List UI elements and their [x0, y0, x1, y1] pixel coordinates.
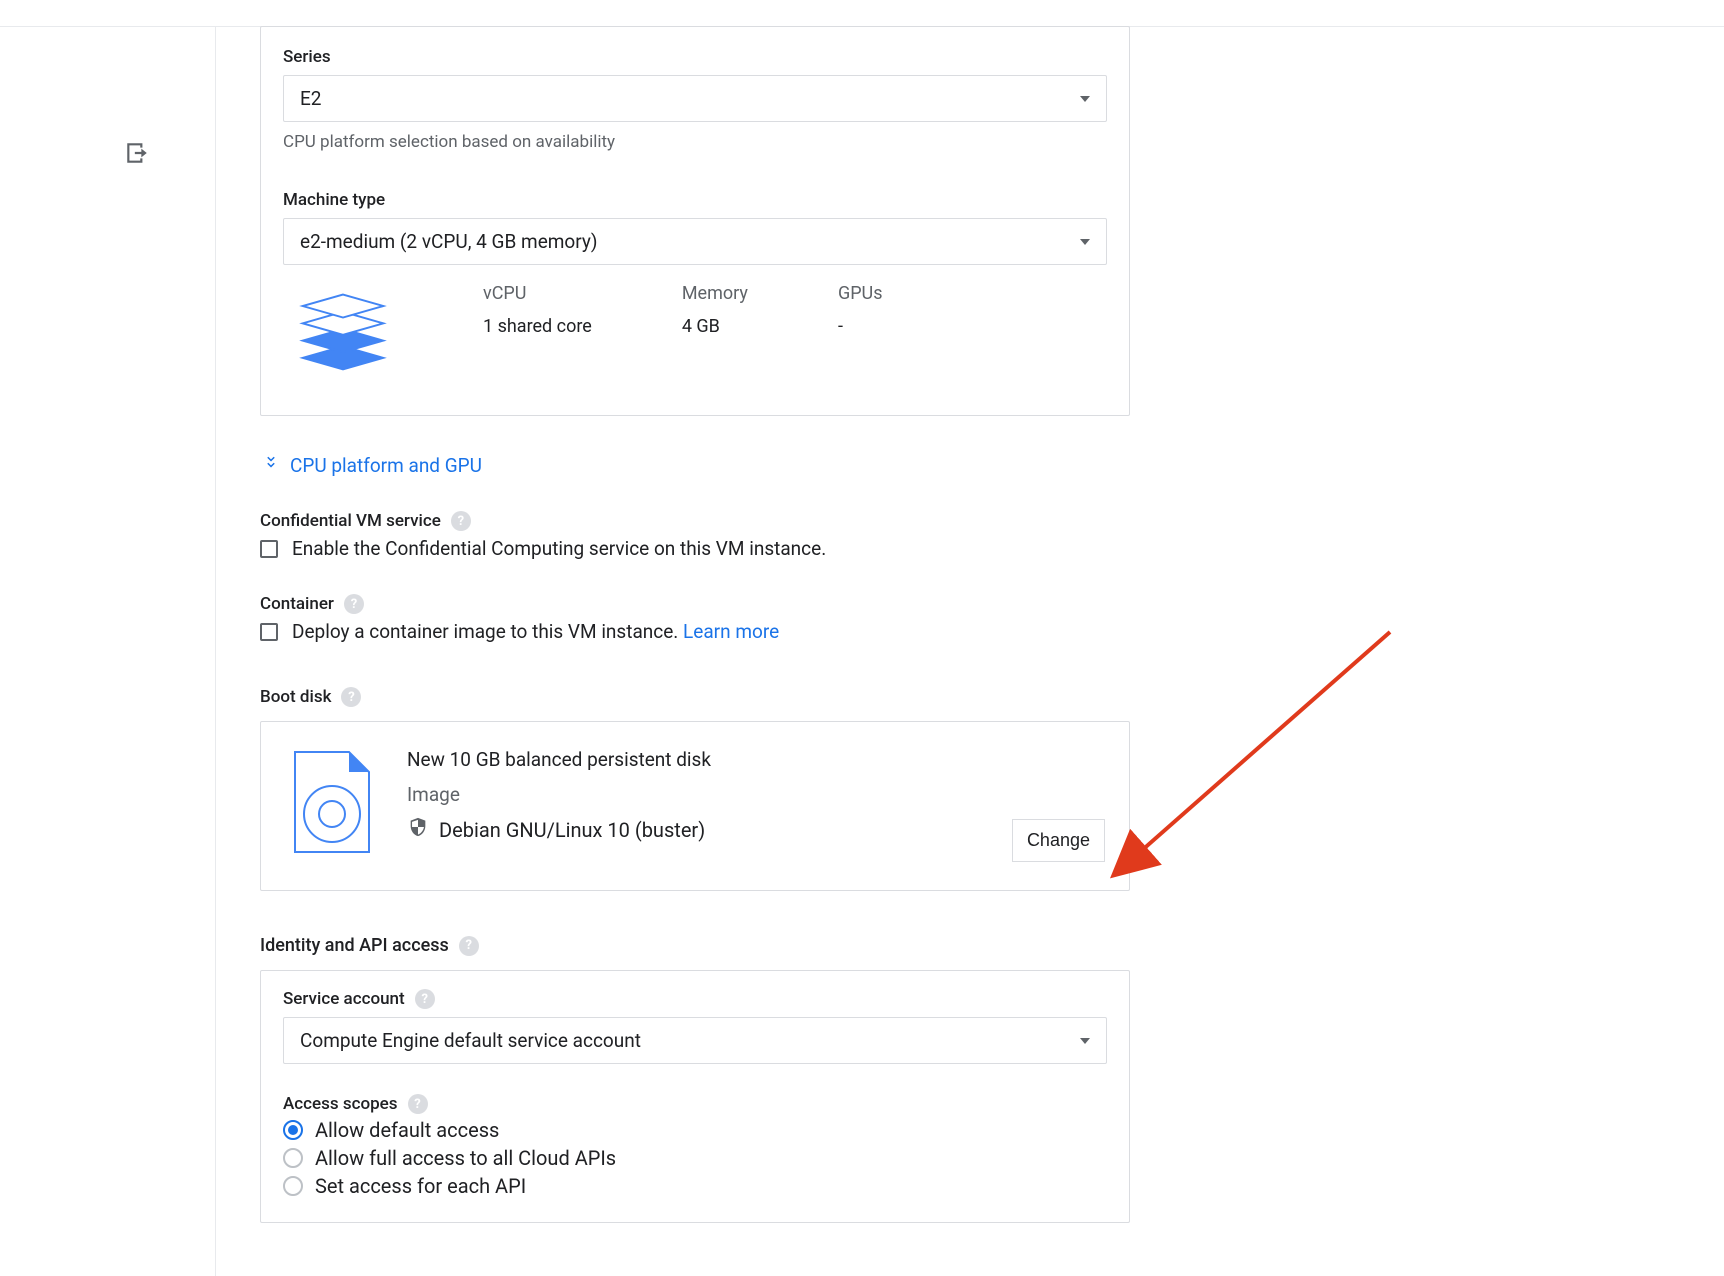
help-icon[interactable]: ? — [344, 594, 364, 614]
shield-icon — [407, 816, 429, 843]
boot-disk-desc: New 10 GB balanced persistent disk — [407, 748, 1105, 771]
machine-stats: vCPU 1 shared core Memory 4 GB GPUs - — [283, 265, 1107, 389]
help-icon[interactable]: ? — [408, 1094, 428, 1114]
container-checkbox-row[interactable]: Deploy a container image to this VM inst… — [260, 620, 1130, 643]
access-scope-option[interactable]: Allow default access — [283, 1118, 1107, 1142]
boot-disk-title: Boot disk — [260, 687, 331, 707]
checkbox-icon — [260, 623, 278, 641]
machine-type-select[interactable]: e2-medium (2 vCPU, 4 GB memory) — [283, 218, 1107, 265]
gpus-value: - — [838, 316, 883, 337]
caret-down-icon — [1080, 239, 1090, 245]
radio-icon — [283, 1120, 303, 1140]
machine-config-box: Series E2 CPU platform selection based o… — [260, 26, 1130, 416]
confidential-checkbox-label: Enable the Confidential Computing servic… — [292, 537, 826, 560]
disk-stack-icon — [293, 283, 393, 383]
boot-image-label: Image — [407, 783, 1105, 806]
collapse-sidebar-icon[interactable] — [124, 140, 150, 170]
machine-type-select-value: e2-medium (2 vCPU, 4 GB memory) — [300, 230, 597, 253]
gpus-label: GPUs — [838, 283, 883, 304]
change-boot-disk-button[interactable]: Change — [1012, 819, 1105, 862]
access-scope-label: Set access for each API — [315, 1174, 526, 1198]
container-learn-more-link[interactable]: Learn more — [683, 620, 779, 643]
help-icon[interactable]: ? — [459, 936, 479, 956]
vcpu-value: 1 shared core — [483, 316, 592, 337]
confidential-checkbox-row[interactable]: Enable the Confidential Computing servic… — [260, 537, 1130, 560]
checkbox-icon — [260, 540, 278, 558]
expand-icon — [262, 454, 280, 477]
memory-value: 4 GB — [682, 316, 748, 337]
radio-icon — [283, 1148, 303, 1168]
iaa-box: Service account ? Compute Engine default… — [260, 970, 1130, 1223]
vcpu-label: vCPU — [483, 283, 592, 304]
service-account-value: Compute Engine default service account — [300, 1029, 641, 1052]
radio-icon — [283, 1176, 303, 1196]
iaa-title: Identity and API access — [260, 935, 449, 956]
service-account-label: Service account — [283, 989, 405, 1009]
boot-image-name: Debian GNU/Linux 10 (buster) — [439, 818, 705, 842]
series-select-value: E2 — [300, 87, 321, 110]
caret-down-icon — [1080, 1038, 1090, 1044]
boot-disk-box: New 10 GB balanced persistent disk Image… — [260, 721, 1130, 891]
caret-down-icon — [1080, 96, 1090, 102]
access-scope-label: Allow full access to all Cloud APIs — [315, 1146, 616, 1170]
series-hint: CPU platform selection based on availabi… — [283, 132, 1107, 152]
cpu-platform-gpu-label: CPU platform and GPU — [290, 454, 482, 477]
series-label: Series — [283, 47, 1107, 67]
memory-label: Memory — [682, 283, 748, 304]
container-title: Container — [260, 594, 334, 614]
series-select[interactable]: E2 — [283, 75, 1107, 122]
machine-type-label: Machine type — [283, 190, 1107, 210]
access-scope-option[interactable]: Set access for each API — [283, 1174, 1107, 1198]
help-icon[interactable]: ? — [341, 687, 361, 707]
disk-icon — [291, 748, 373, 860]
access-scope-label: Allow default access — [315, 1118, 499, 1142]
container-checkbox-label: Deploy a container image to this VM inst… — [292, 620, 683, 643]
help-icon[interactable]: ? — [415, 989, 435, 1009]
help-icon[interactable]: ? — [451, 511, 471, 531]
service-account-select[interactable]: Compute Engine default service account — [283, 1017, 1107, 1064]
side-divider — [215, 26, 216, 1276]
annotation-arrow — [1110, 612, 1410, 892]
access-scope-option[interactable]: Allow full access to all Cloud APIs — [283, 1146, 1107, 1170]
access-scopes-label: Access scopes — [283, 1094, 398, 1114]
confidential-title: Confidential VM service — [260, 511, 441, 531]
cpu-platform-gpu-toggle[interactable]: CPU platform and GPU — [262, 454, 1130, 477]
